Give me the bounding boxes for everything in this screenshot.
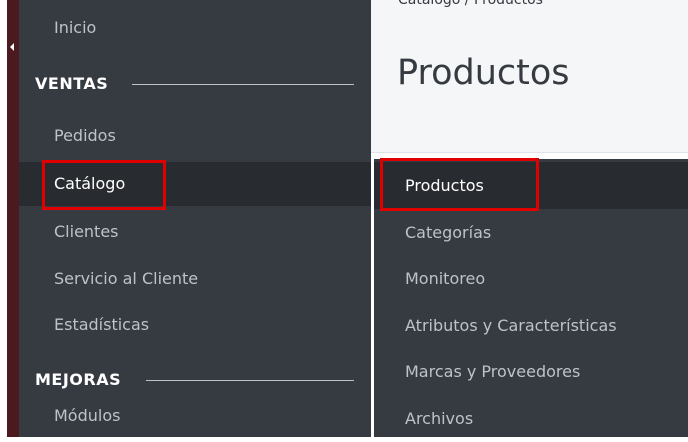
sidebar-item-clientes[interactable]: Clientes bbox=[19, 210, 371, 254]
sidebar-item-estadisticas[interactable]: Estadísticas bbox=[19, 303, 371, 347]
sidebar-item-label: Servicio al Cliente bbox=[54, 269, 199, 288]
submenu-item-archivos[interactable]: Archivos bbox=[374, 395, 688, 442]
sidebar-item-modulos[interactable]: Módulos bbox=[19, 394, 371, 438]
header-divider bbox=[371, 152, 688, 153]
side-strip bbox=[7, 0, 19, 437]
page-edge bbox=[0, 0, 7, 437]
sidebar-item-label: Estadísticas bbox=[54, 315, 150, 334]
submenu-item-categorias[interactable]: Categorías bbox=[374, 209, 688, 256]
highlight-box-productos bbox=[380, 158, 539, 211]
submenu-item-atributos[interactable]: Atributos y Características bbox=[374, 302, 688, 349]
sidebar: Inicio VENTAS Pedidos Catálogo Clientes … bbox=[19, 0, 376, 438]
section-divider bbox=[132, 84, 354, 85]
page-header: Catálogo / Productos Productos bbox=[371, 0, 688, 152]
sidebar-item-label: Inicio bbox=[54, 18, 97, 37]
sidebar-item-label: Clientes bbox=[54, 222, 119, 241]
submenu-item-marcas[interactable]: Marcas y Proveedores bbox=[374, 348, 688, 395]
highlight-box-catalogo bbox=[42, 160, 166, 210]
submenu-item-monitoreo[interactable]: Monitoreo bbox=[374, 255, 688, 302]
submenu-item-label: Atributos y Características bbox=[405, 316, 617, 335]
submenu-item-label: Marcas y Proveedores bbox=[405, 362, 581, 381]
breadcrumb[interactable]: Catálogo / Productos bbox=[398, 0, 543, 8]
submenu-item-label: Monitoreo bbox=[405, 269, 486, 288]
submenu-item-label: Categorías bbox=[405, 223, 492, 242]
section-ventas-label: VENTAS bbox=[35, 74, 109, 93]
sidebar-item-label: Módulos bbox=[54, 406, 121, 425]
sidebar-item-inicio[interactable]: Inicio bbox=[19, 6, 371, 50]
sidebar-item-pedidos[interactable]: Pedidos bbox=[19, 114, 371, 158]
collapse-arrow-icon[interactable] bbox=[10, 43, 14, 51]
sidebar-item-servicio-cliente[interactable]: Servicio al Cliente bbox=[19, 257, 371, 301]
submenu-item-label: Archivos bbox=[405, 409, 474, 428]
section-ventas: VENTAS bbox=[19, 62, 371, 106]
page-title: Productos bbox=[397, 53, 570, 94]
section-divider bbox=[146, 380, 354, 381]
sidebar-item-label: Pedidos bbox=[54, 126, 116, 145]
